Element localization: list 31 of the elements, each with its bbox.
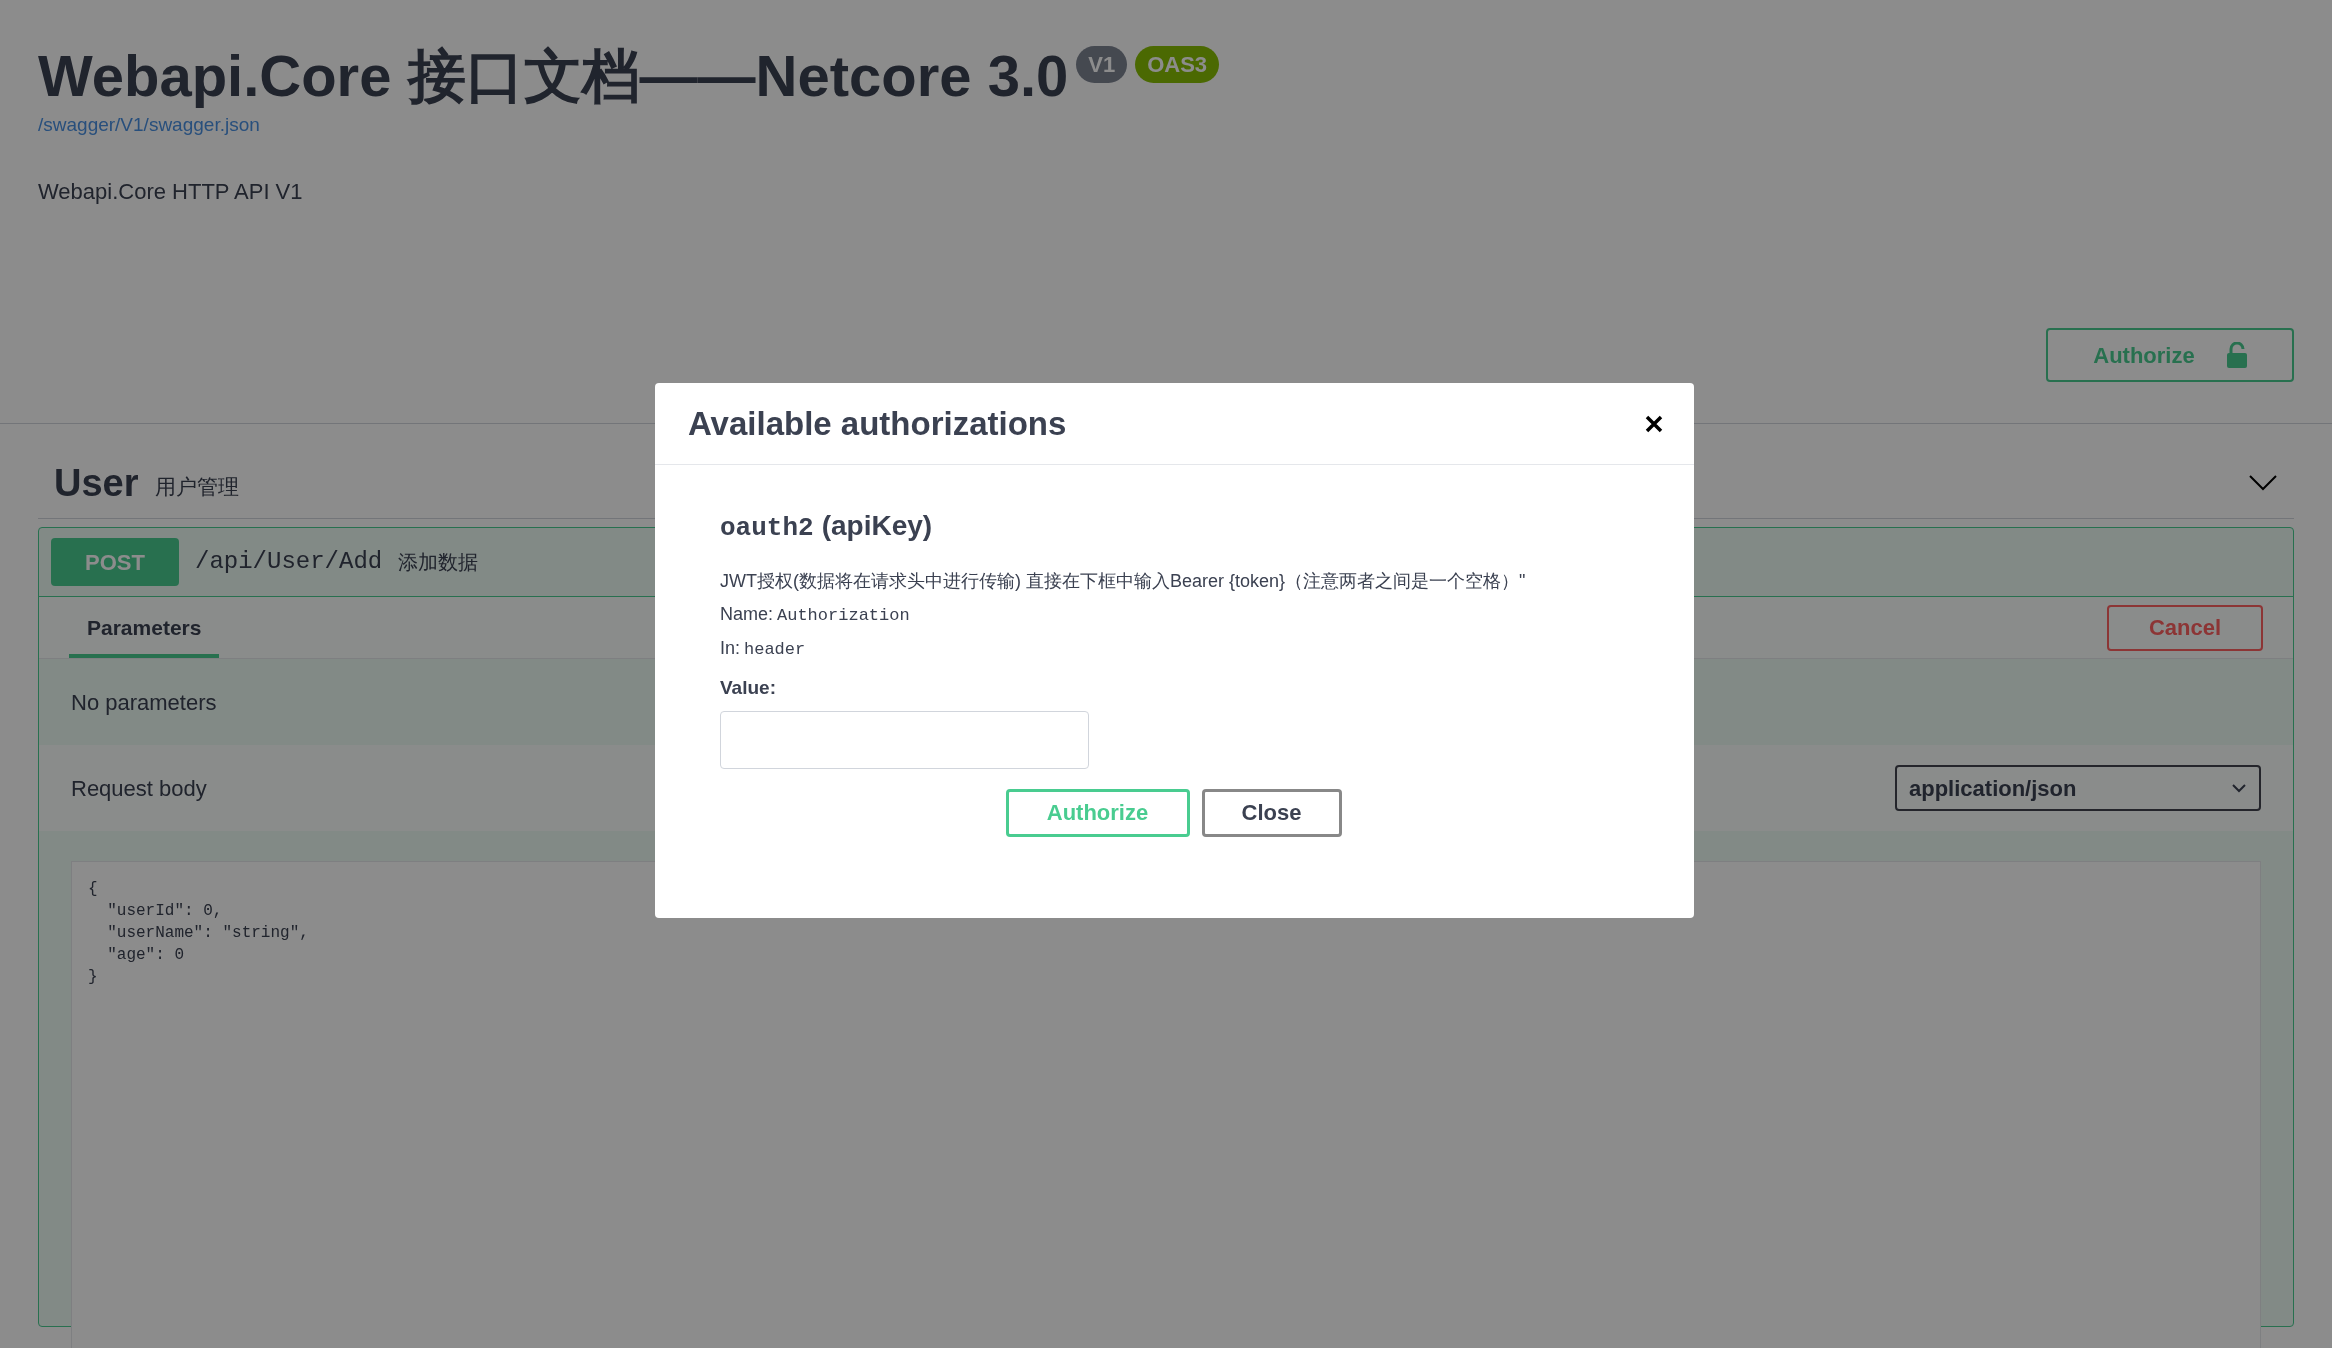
in-value: header [744, 638, 806, 661]
scheme-type: (apiKey) [821, 509, 933, 543]
name-value: Authorization [777, 605, 910, 627]
parameters-tab[interactable]: Parameters [69, 597, 220, 658]
padlock-icon [2226, 342, 2247, 368]
close-icon[interactable] [1644, 413, 1664, 434]
page-title: Webapi.Core 接口文档——Netcore 3.0 [38, 42, 1069, 110]
example-code: { "userId": 0, "userName": "string", "age": 0 } [88, 879, 310, 988]
chevron-down-icon [2231, 783, 2247, 793]
operation-path[interactable]: /api/User/Add [195, 544, 383, 580]
content-type-select[interactable]: application/json [1895, 765, 2261, 811]
name-label: Name: [720, 603, 773, 626]
scheme-name: oauth2 [720, 512, 814, 545]
spec-link[interactable]: /swagger/V1/swagger.json [38, 110, 2294, 139]
close-button[interactable]: Close [1201, 788, 1342, 837]
version-badge: OAS3 [1135, 46, 1220, 83]
dialog-title: Available authorizations [688, 403, 1067, 444]
no-parameters-text: No parameters [70, 688, 218, 717]
value-input[interactable] [720, 710, 1089, 769]
method-badge: POST [51, 538, 179, 586]
api-description: Webapi.Core HTTP API V1 [38, 178, 304, 206]
cancel-button[interactable]: Cancel [2107, 604, 2263, 651]
request-body-label: Request body [71, 774, 207, 803]
scheme-description: JWT授权(数据将在请求头中进行传输) 直接在下框中输入Bearer {token}（注意两者之间是一个空格）" [720, 570, 1527, 593]
in-label: In: [720, 636, 740, 660]
tag-description: 用户管理 [154, 473, 239, 500]
version-badge: V1 [1076, 46, 1128, 83]
tag-name[interactable]: User [54, 464, 139, 502]
chevron-down-icon[interactable] [2248, 474, 2278, 492]
value-label: Value: [720, 676, 777, 700]
operation-summary: 添加数据 [398, 550, 479, 575]
